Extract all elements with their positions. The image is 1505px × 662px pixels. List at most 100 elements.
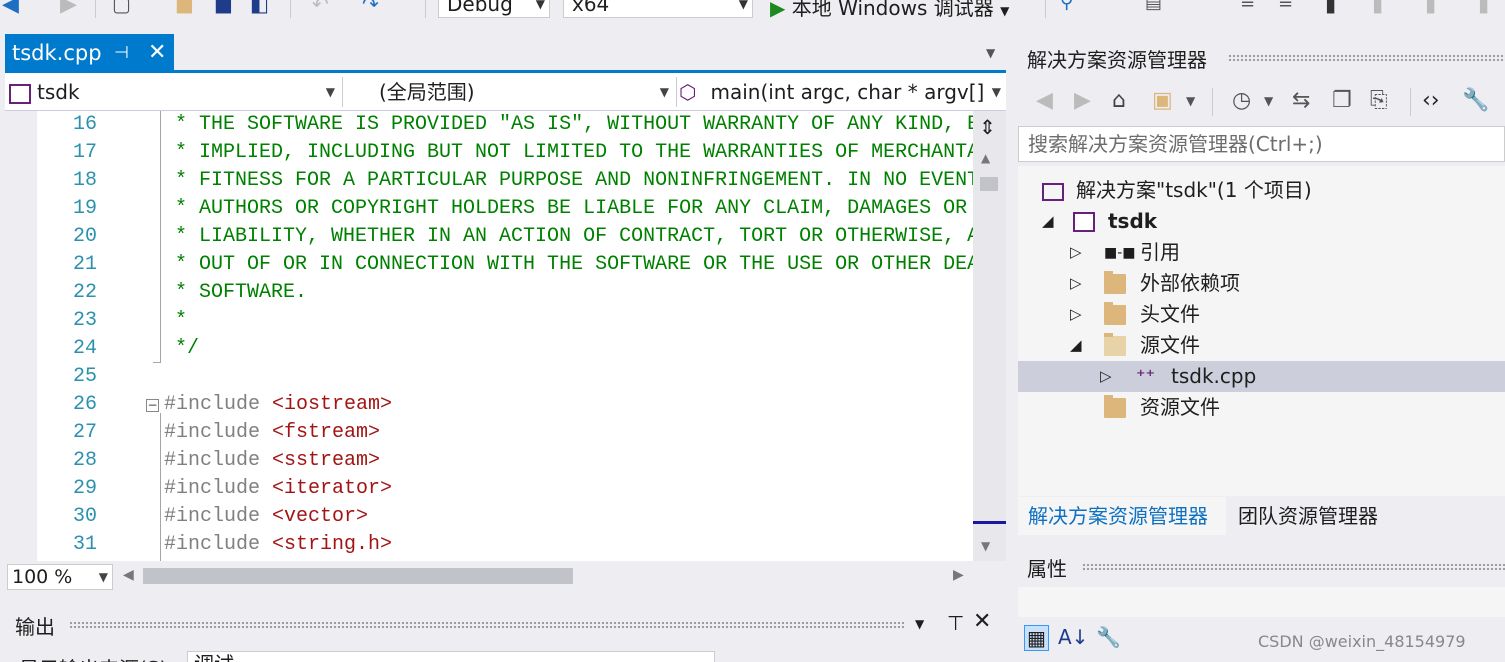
tree-node-source-files[interactable]: ◢ 源文件 [1018,330,1505,361]
bookmark-next-icon[interactable]: ▮ [1425,0,1436,18]
bookmark-icon[interactable]: ▮ [1325,0,1336,18]
scroll-down-icon[interactable]: ▼ [981,539,990,553]
code-line[interactable]: 29 #include <iterator> [5,475,973,503]
horizontal-scrollbar-thumb[interactable] [143,568,573,584]
output-source-label: 显示输出来源(S): [19,653,174,662]
editor-vertical-scrollbar[interactable]: ⇕ ▲ ▼ [973,111,1006,561]
new-item-icon[interactable]: ▢ [112,0,131,18]
tab-tsdk-cpp[interactable]: tsdk.cpp ⊣ ✕ [5,34,174,72]
forward-icon[interactable]: ▶ [1074,88,1091,113]
bookmark-prev-icon[interactable]: ▮ [1372,0,1383,18]
code-text: * IMPLIED, INCLUDING BUT NOT LIMITED TO … [175,141,973,164]
scrollbar-thumb[interactable] [980,177,998,191]
properties-wrench-icon[interactable]: 🔧 [1462,88,1489,113]
solution-search-input[interactable]: 搜索解决方案资源管理器(Ctrl+;) [1018,126,1505,162]
undo-icon[interactable]: ↶ [312,0,329,18]
code-line[interactable]: 25 [5,363,973,391]
line-number: 21 [72,253,97,276]
align-right-icon[interactable]: ≡ [1278,0,1293,18]
view-code-icon[interactable]: ‹› [1422,88,1440,113]
sync-icon[interactable]: ⇆ [1292,88,1310,113]
scroll-up-icon[interactable]: ▲ [981,151,990,165]
save-icon[interactable]: ■ [214,0,233,18]
collapsed-arrow-icon[interactable]: ▷ [1100,361,1112,392]
collapsed-arrow-icon[interactable]: ▷ [1070,237,1082,268]
chevron-down-icon[interactable]: ▼ [915,617,924,631]
code-line[interactable]: 19 * AUTHORS OR COPYRIGHT HOLDERS BE LIAB… [5,195,973,223]
tree-node-project[interactable]: ◢ tsdk [1018,206,1505,237]
chevron-down-icon[interactable]: ▼ [1264,94,1273,108]
chevron-down-icon: ▼ [98,570,108,584]
show-all-files-icon[interactable]: ⎘ [1370,88,1388,113]
line-number: 16 [72,113,97,136]
code-line[interactable]: 23 * [5,307,973,335]
collapse-region-icon[interactable]: − [146,399,159,412]
property-pages-wrench-icon[interactable]: 🔧 [1096,625,1121,649]
tree-node-solution[interactable]: 解决方案"tsdk"(1 个项目) [1018,175,1505,206]
code-line[interactable]: 16 * THE SOFTWARE IS PROVIDED "AS IS", WI… [5,111,973,139]
save-all-icon[interactable]: ◧ [250,0,269,18]
collapsed-arrow-icon[interactable]: ▷ [1070,268,1082,299]
tree-node-references[interactable]: ▷ ■-■ 引用 [1018,237,1505,268]
tree-node-external-deps[interactable]: ▷ 外部依赖项 [1018,268,1505,299]
redo-icon[interactable]: ↷ [362,0,379,18]
code-line[interactable]: 31 #include <string.h> [5,531,973,559]
close-icon[interactable]: ✕ [973,609,991,634]
panel-grip[interactable] [1228,54,1505,62]
scroll-left-icon[interactable]: ◀ [123,567,134,583]
expanded-arrow-icon[interactable]: ◢ [1070,330,1082,361]
code-line[interactable]: 20 * LIABILITY, WHETHER IN AN ACTION OF C… [5,223,973,251]
forward-icon[interactable]: ▶ [60,0,77,18]
start-debugging-button[interactable]: ▶ 本地 Windows 调试器 ▼ [770,0,1009,20]
back-icon[interactable]: ◀ [2,0,19,18]
tab-team-explorer[interactable]: 团队资源管理器 [1238,497,1378,535]
collapse-all-icon[interactable]: ❐ [1332,88,1352,113]
panel-grip[interactable] [69,621,905,629]
sort-alphabetical-icon[interactable]: A↓ [1058,625,1088,649]
expanded-arrow-icon[interactable]: ◢ [1042,206,1054,237]
code-line[interactable]: 18 * FITNESS FOR A PARTICULAR PURPOSE AND… [5,167,973,195]
code-line[interactable]: 28 #include <sstream> [5,447,973,475]
categorized-icon[interactable]: ▦ [1024,625,1049,651]
panel-grip[interactable] [1082,563,1505,571]
tree-node-label: 解决方案"tsdk"(1 个项目) [1076,178,1312,202]
chevron-down-icon[interactable]: ▼ [1186,94,1195,108]
home-icon[interactable]: ⌂ [1112,88,1126,113]
code-line[interactable]: 21 * OUT OF OR IN CONNECTION WITH THE SOF… [5,251,973,279]
comment-icon[interactable]: ▤ [1145,0,1162,18]
collapsed-arrow-icon[interactable]: ▷ [1070,299,1082,330]
code-line[interactable]: 17 * IMPLIED, INCLUDING BUT NOT LIMITED T… [5,139,973,167]
pending-changes-icon[interactable]: ◷ [1232,88,1251,113]
find-icon[interactable]: ⚲ [1060,0,1073,18]
pin-icon[interactable]: ⊣ [114,34,129,72]
scroll-right-icon[interactable]: ▶ [953,567,964,583]
open-folder-icon[interactable]: ■ [175,0,194,18]
bookmark-clear-icon[interactable]: ▮ [1478,0,1489,18]
preprocessor-directive: #include [164,393,273,416]
tab-solution-explorer[interactable]: 解决方案资源管理器 [1018,497,1226,535]
preprocessor-directive: #include [164,477,273,500]
code-line[interactable]: 30 #include <vector> [5,503,973,531]
pin-icon[interactable]: ⊤ [947,611,964,635]
split-editor-icon[interactable]: ⇕ [979,115,996,139]
properties-title: 属性 [1027,557,1067,581]
switch-views-icon[interactable]: ▣ [1152,88,1173,113]
code-editor[interactable]: 16 * THE SOFTWARE IS PROVIDED "AS IS", WI… [5,111,973,561]
project-combo[interactable]: tsdk ▼ [9,77,339,107]
code-line[interactable]: 22 * SOFTWARE. [5,279,973,307]
tree-node-header-files[interactable]: ▷ 头文件 [1018,299,1505,330]
tab-list-dropdown-icon[interactable]: ▼ [986,46,995,60]
close-icon[interactable]: ✕ [148,34,166,72]
output-source-combo[interactable]: 调试 [187,651,715,662]
configuration-combo[interactable]: Debug ▼ [438,0,550,18]
zoom-combo[interactable]: 100 % ▼ [7,564,113,590]
align-left-icon[interactable]: ≡ [1240,0,1255,18]
member-combo[interactable]: ⬡ main(int argc, char * argv[] ▼ [679,77,1005,107]
platform-combo[interactable]: x64 ▼ [563,0,753,18]
scope-combo[interactable]: (全局范围) ▼ [345,77,673,107]
tree-node-resource-files[interactable]: 资源文件 [1018,392,1505,423]
back-icon[interactable]: ◀ [1036,88,1053,113]
code-line[interactable]: 24 */ [5,335,973,363]
tree-node-tsdk-cpp[interactable]: ▷ ⁺⁺ tsdk.cpp [1018,361,1505,392]
code-line[interactable]: 27 #include <fstream> [5,419,973,447]
